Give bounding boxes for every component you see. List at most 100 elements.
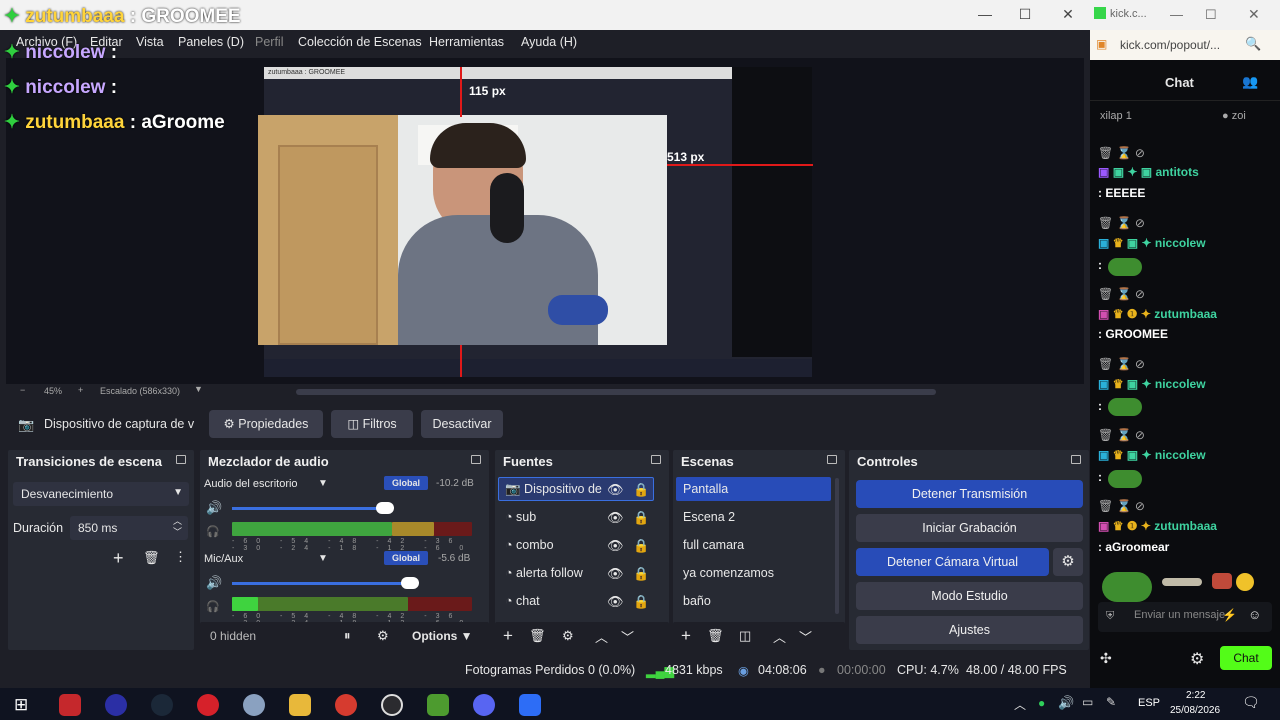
address-bar[interactable]: ▣ kick.com/popout/... 🔍 — [1090, 30, 1280, 60]
steam-icon[interactable] — [151, 694, 173, 716]
popout-icon[interactable] — [176, 455, 186, 464]
language-indicator[interactable]: ESP — [1138, 697, 1160, 709]
cortana-icon[interactable] — [105, 694, 127, 716]
move-down-icon[interactable]: ﹀ — [621, 627, 634, 646]
source-item[interactable]: ◔ alerta follow — [505, 566, 583, 580]
menu-herramientas[interactable]: Herramientas — [429, 35, 504, 49]
source-item[interactable]: ◔ sub — [505, 510, 536, 524]
minecraft-icon[interactable] — [427, 694, 449, 716]
points-icon[interactable]: ✣ — [1100, 650, 1112, 667]
properties-button[interactable]: ⚙ Propiedades — [209, 410, 323, 438]
settings-icon[interactable]: ⚙ — [1190, 649, 1204, 669]
volume-slider[interactable] — [232, 507, 392, 510]
menu-coleccion[interactable]: Colección de Escenas — [298, 35, 422, 49]
headphones-icon[interactable]: 🎧 — [206, 600, 220, 613]
add-icon[interactable]: + — [113, 548, 124, 569]
pen-icon[interactable]: ✎ — [1106, 695, 1116, 709]
chat-input[interactable]: ⛨ Enviar un mensaje ⚡ ☺ — [1098, 602, 1272, 632]
filter-icon[interactable]: ◫ — [739, 628, 751, 644]
trash-icon[interactable]: 🗑 — [529, 628, 546, 644]
chevron-down-icon[interactable]: ▼ — [318, 553, 328, 564]
volume-handle[interactable] — [401, 577, 419, 589]
headphones-icon[interactable]: 🎧 — [206, 525, 220, 538]
add-icon[interactable]: + — [503, 626, 513, 646]
speaker-icon[interactable]: 🔊 — [206, 500, 222, 516]
maximize-button[interactable]: ☐ — [1205, 7, 1217, 23]
close-button[interactable]: ✕ — [1058, 6, 1078, 23]
clock-date[interactable]: 25/08/2026 — [1170, 705, 1220, 716]
eye-icon[interactable]: 👁 — [607, 594, 624, 610]
scene-item[interactable]: Escena 2 — [683, 510, 735, 524]
lock-icon[interactable]: 🔒 — [633, 566, 649, 582]
tray-status-icon[interactable]: ● — [1038, 696, 1045, 710]
settings-icon[interactable]: ⚙ — [377, 628, 389, 644]
source-item[interactable]: ◔ chat — [505, 594, 540, 608]
zoom-in-button[interactable]: + — [78, 385, 83, 395]
lock-icon[interactable]: 🔒 — [633, 482, 649, 498]
move-up-icon[interactable]: ︿ — [773, 627, 786, 646]
start-icon[interactable]: ⊞ — [14, 695, 28, 715]
popout-icon[interactable] — [651, 455, 661, 464]
zoom-out-button[interactable]: − — [20, 385, 25, 395]
voicemeeter-icon[interactable] — [59, 694, 81, 716]
lock-icon[interactable]: 🔒 — [633, 594, 649, 610]
stop-virtual-camera-button[interactable]: Detener Cámara Virtual — [856, 548, 1049, 576]
eye-icon[interactable]: 👁 — [607, 510, 624, 526]
move-down-icon[interactable]: ﹀ — [799, 627, 812, 646]
app-icon[interactable] — [519, 694, 541, 716]
discord-icon[interactable] — [473, 694, 495, 716]
popout-icon[interactable] — [1071, 455, 1081, 464]
trash-icon[interactable]: 🗑 — [707, 628, 724, 644]
more-icon[interactable]: ⋮ — [174, 549, 187, 565]
scene-item[interactable]: ya comenzamos — [683, 566, 774, 580]
maximize-button[interactable]: ☐ — [1015, 6, 1035, 23]
scene-item[interactable]: full camara — [683, 538, 744, 552]
speaker-icon[interactable]: 🔊 — [206, 575, 222, 591]
users-icon[interactable]: 👥 — [1242, 74, 1258, 90]
close-button[interactable]: ✕ — [1248, 6, 1260, 23]
source-item[interactable]: ◔ combo — [505, 538, 554, 552]
clock-time[interactable]: 2:22 — [1186, 690, 1205, 701]
menu-vista[interactable]: Vista — [136, 35, 164, 49]
menu-ayuda[interactable]: Ayuda (H) — [521, 35, 577, 49]
menu-paneles[interactable]: Paneles (D) — [178, 35, 244, 49]
eye-icon[interactable]: 👁 — [607, 538, 624, 554]
start-recording-button[interactable]: Iniciar Grabación — [856, 514, 1083, 542]
folder-icon[interactable] — [289, 694, 311, 716]
minimize-button[interactable]: — — [975, 6, 995, 22]
pause-icon[interactable]: ⏸ — [344, 628, 351, 644]
eye-icon[interactable]: 👁 — [607, 482, 624, 498]
emoji-icon[interactable]: ☺ — [1248, 607, 1261, 622]
opera-icon[interactable] — [197, 694, 219, 716]
transition-select[interactable]: Desvanecimiento ▼ — [13, 482, 189, 506]
scene-item[interactable]: baño — [683, 594, 711, 608]
lock-icon[interactable]: 🔒 — [633, 510, 649, 526]
network-icon[interactable]: ▭ — [1082, 695, 1093, 709]
emote-picker-icon[interactable]: ⚡ — [1222, 608, 1237, 622]
volume-handle[interactable] — [376, 502, 394, 514]
menu-perfil[interactable]: Perfil — [255, 35, 283, 49]
app-icon[interactable] — [243, 694, 265, 716]
studio-mode-button[interactable]: Modo Estudio — [856, 582, 1083, 610]
eye-icon[interactable]: 👁 — [607, 566, 624, 582]
filters-button[interactable]: ◫ Filtros — [331, 410, 413, 438]
stop-streaming-button[interactable]: Detener Transmisión — [856, 480, 1083, 508]
settings-icon[interactable]: ⚙ — [1053, 548, 1083, 576]
scenes-scrollbar[interactable] — [835, 478, 839, 614]
search-icon[interactable]: 🔍 — [1245, 36, 1261, 52]
options-button[interactable]: Options ▼ — [412, 629, 473, 643]
settings-button[interactable]: Ajustes — [856, 616, 1083, 644]
duration-input[interactable]: 850 ms ︿ ﹀ — [70, 516, 188, 540]
popout-icon[interactable] — [827, 455, 837, 464]
trash-icon[interactable]: 🗑 — [143, 550, 160, 566]
send-chat-button[interactable]: Chat — [1220, 646, 1272, 670]
volume-slider[interactable] — [232, 582, 410, 585]
popout-icon[interactable] — [471, 455, 481, 464]
move-up-icon[interactable]: ︿ — [595, 627, 608, 646]
obs-icon[interactable] — [381, 694, 403, 716]
lock-icon[interactable]: 🔒 — [633, 538, 649, 554]
notifications-icon[interactable]: 🗨 — [1242, 694, 1260, 711]
minimize-button[interactable]: — — [1170, 7, 1183, 22]
deactivate-button[interactable]: Desactivar — [421, 410, 503, 438]
add-icon[interactable]: + — [681, 626, 691, 646]
